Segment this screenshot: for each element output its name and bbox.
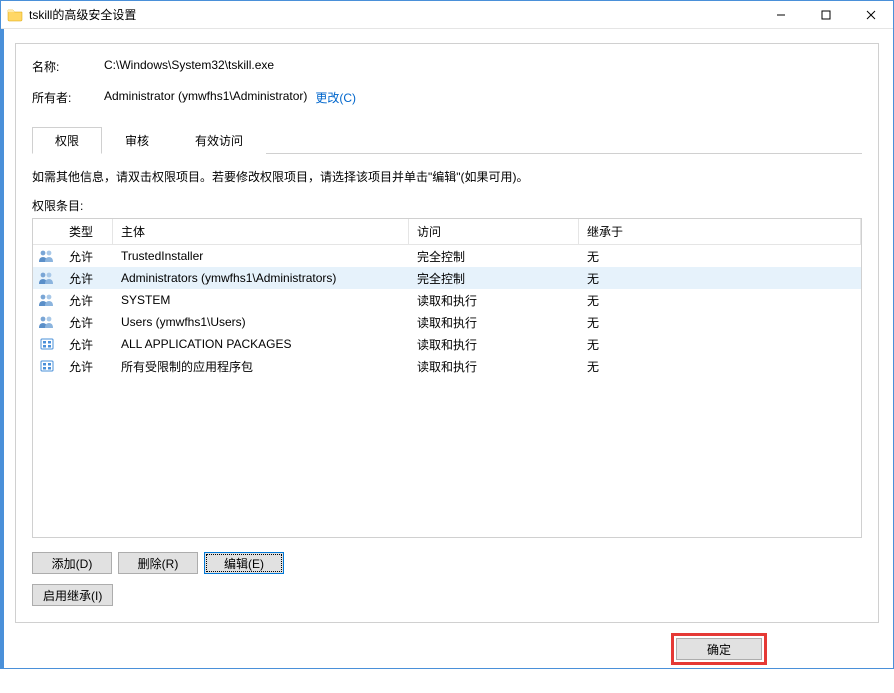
package-icon <box>33 357 61 375</box>
owner-label: 所有者: <box>32 89 104 106</box>
advanced-security-window: tskill的高级安全设置 名称: C:\Windows\System32\ts… <box>0 0 894 669</box>
name-label: 名称: <box>32 58 104 75</box>
group-icon <box>33 247 61 265</box>
enable-inherit-button[interactable]: 启用继承(I) <box>32 584 113 606</box>
edit-button[interactable]: 编辑(E) <box>204 552 284 574</box>
change-owner-link[interactable]: 更改(C) <box>315 89 356 106</box>
name-row: 名称: C:\Windows\System32\tskill.exe <box>32 58 862 75</box>
inherit-button-row: 启用继承(I) <box>32 584 862 606</box>
window-left-accent <box>1 29 4 668</box>
close-button[interactable] <box>848 1 893 29</box>
cell-principal: TrustedInstaller <box>113 247 409 265</box>
cell-type: 允许 <box>61 268 113 289</box>
cell-access: 读取和执行 <box>409 356 579 377</box>
add-button[interactable]: 添加(D) <box>32 552 112 574</box>
folder-icon <box>7 7 23 23</box>
tab-strip: 权限 审核 有效访问 <box>32 126 862 154</box>
list-header: 类型 主体 访问 继承于 <box>33 219 861 245</box>
table-row[interactable]: 允许SYSTEM读取和执行无 <box>33 289 861 311</box>
col-type-header[interactable]: 类型 <box>61 219 113 244</box>
list-body: 允许TrustedInstaller完全控制无允许Administrators … <box>33 245 861 377</box>
content-area: 名称: C:\Windows\System32\tskill.exe 所有者: … <box>1 29 893 693</box>
cell-type: 允许 <box>61 246 113 267</box>
col-principal-header[interactable]: 主体 <box>113 219 409 244</box>
cell-type: 允许 <box>61 334 113 355</box>
minimize-button[interactable] <box>758 1 803 29</box>
cell-inherit: 无 <box>579 268 861 289</box>
cell-access: 完全控制 <box>409 268 579 289</box>
col-access-header[interactable]: 访问 <box>409 219 579 244</box>
remove-button[interactable]: 删除(R) <box>118 552 198 574</box>
permission-entries-list[interactable]: 类型 主体 访问 继承于 允许TrustedInstaller完全控制无允许Ad… <box>32 218 862 538</box>
cell-type: 允许 <box>61 356 113 377</box>
package-icon <box>33 335 61 353</box>
cell-inherit: 无 <box>579 290 861 311</box>
cell-principal: ALL APPLICATION PACKAGES <box>113 335 409 353</box>
titlebar: tskill的高级安全设置 <box>1 1 893 29</box>
cell-access: 完全控制 <box>409 246 579 267</box>
group-icon <box>33 291 61 309</box>
tab-permissions[interactable]: 权限 <box>32 127 102 154</box>
inner-panel: 名称: C:\Windows\System32\tskill.exe 所有者: … <box>15 43 879 623</box>
cell-inherit: 无 <box>579 356 861 377</box>
col-inherit-header[interactable]: 继承于 <box>579 219 861 244</box>
help-text: 如需其他信息，请双击权限项目。若要修改权限项目，请选择该项目并单击"编辑"(如果… <box>32 168 862 185</box>
ok-button[interactable]: 确定 <box>676 638 762 660</box>
cell-principal: Users (ymwfhs1\Users) <box>113 313 409 331</box>
col-icon-header[interactable] <box>33 219 61 244</box>
cell-inherit: 无 <box>579 312 861 333</box>
table-row[interactable]: 允许TrustedInstaller完全控制无 <box>33 245 861 267</box>
dialog-footer: 确定 取消 <box>15 623 879 679</box>
titlebar-controls <box>758 1 893 29</box>
tab-effective-access[interactable]: 有效访问 <box>172 127 266 154</box>
table-row[interactable]: 允许ALL APPLICATION PACKAGES读取和执行无 <box>33 333 861 355</box>
cell-principal: Administrators (ymwfhs1\Administrators) <box>113 269 409 287</box>
table-row[interactable]: 允许所有受限制的应用程序包读取和执行无 <box>33 355 861 377</box>
cell-inherit: 无 <box>579 334 861 355</box>
section-label: 权限条目: <box>32 197 862 214</box>
ok-highlight: 确定 <box>671 633 767 665</box>
table-row[interactable]: 允许Users (ymwfhs1\Users)读取和执行无 <box>33 311 861 333</box>
group-icon <box>33 269 61 287</box>
group-icon <box>33 313 61 331</box>
owner-value: Administrator (ymwfhs1\Administrator) <box>104 89 307 106</box>
cell-inherit: 无 <box>579 246 861 267</box>
maximize-button[interactable] <box>803 1 848 29</box>
cell-access: 读取和执行 <box>409 312 579 333</box>
owner-row: 所有者: Administrator (ymwfhs1\Administrato… <box>32 89 862 106</box>
table-row[interactable]: 允许Administrators (ymwfhs1\Administrators… <box>33 267 861 289</box>
cell-type: 允许 <box>61 290 113 311</box>
cell-type: 允许 <box>61 312 113 333</box>
tab-auditing[interactable]: 审核 <box>102 127 172 154</box>
cell-principal: SYSTEM <box>113 291 409 309</box>
action-buttons-row: 添加(D) 删除(R) 编辑(E) <box>32 552 862 574</box>
window-title: tskill的高级安全设置 <box>29 6 758 23</box>
cell-access: 读取和执行 <box>409 290 579 311</box>
name-value: C:\Windows\System32\tskill.exe <box>104 58 274 75</box>
cell-principal: 所有受限制的应用程序包 <box>113 356 409 377</box>
cell-access: 读取和执行 <box>409 334 579 355</box>
